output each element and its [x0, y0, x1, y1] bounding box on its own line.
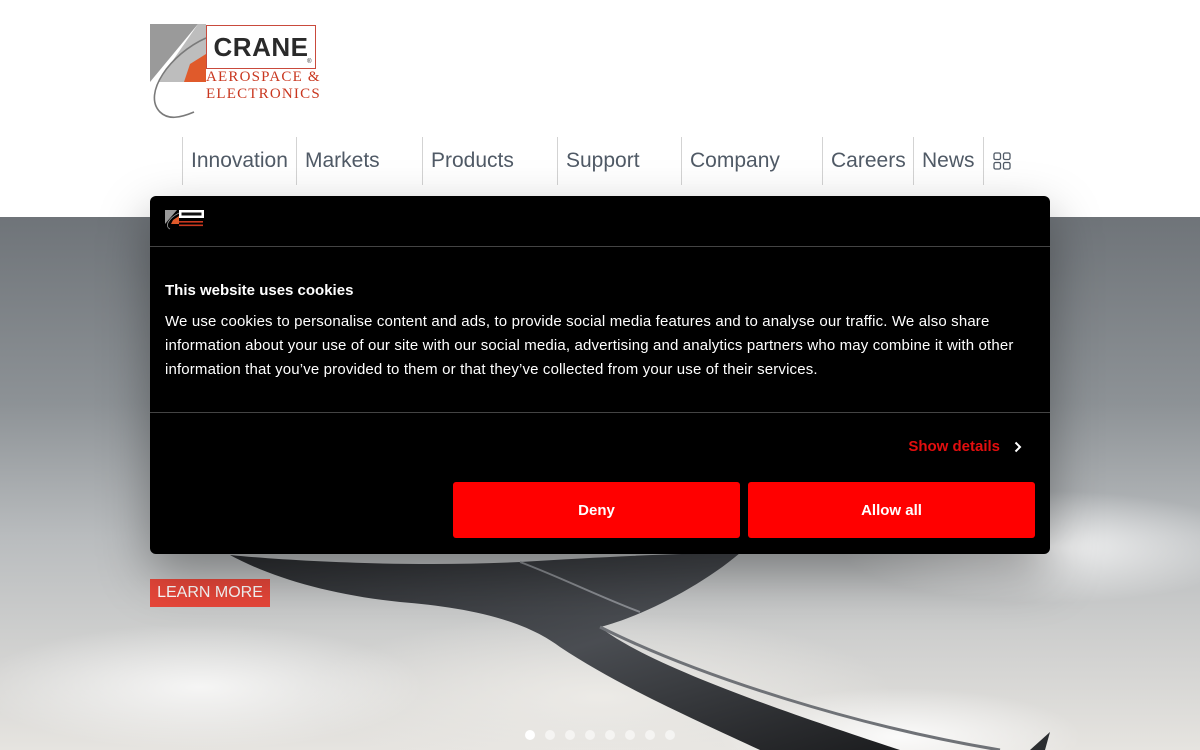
- slide-dot-2[interactable]: [545, 730, 555, 740]
- slide-dot-3[interactable]: [565, 730, 575, 740]
- show-details-link[interactable]: Show details: [908, 438, 1022, 455]
- slide-indicators: [525, 730, 675, 740]
- allow-all-button[interactable]: Allow all: [748, 482, 1035, 538]
- learn-more-button[interactable]: LEARN MORE: [150, 579, 270, 607]
- cookie-consent-dialog: This website uses cookies We use cookies…: [150, 196, 1050, 554]
- grid-menu-button[interactable]: [983, 137, 1019, 185]
- logo-brand-box: CRANE ®: [206, 25, 316, 69]
- logo-registered-mark: ®: [307, 59, 312, 65]
- nav-item-innovation[interactable]: Innovation: [182, 137, 296, 185]
- slide-dot-6[interactable]: [625, 730, 635, 740]
- chevron-right-icon: [1014, 441, 1022, 452]
- cookie-dialog-body: We use cookies to personalise content an…: [165, 313, 1014, 378]
- logo-brand: CRANE: [213, 31, 309, 62]
- nav-item-company[interactable]: Company: [681, 137, 822, 185]
- slide-dot-7[interactable]: [645, 730, 655, 740]
- slide-dot-5[interactable]: [605, 730, 615, 740]
- slide-dot-8[interactable]: [665, 730, 675, 740]
- cookie-dialog-title: This website uses cookies: [165, 282, 354, 299]
- nav-item-support[interactable]: Support: [557, 137, 681, 185]
- nav-item-news[interactable]: News: [913, 137, 983, 185]
- cookie-dialog-header: [150, 196, 1050, 247]
- main-nav: Innovation Markets Products Support Comp…: [182, 137, 1019, 185]
- nav-item-careers[interactable]: Careers: [822, 137, 913, 185]
- grid-icon: [992, 152, 1011, 170]
- slide-dot-4[interactable]: [585, 730, 595, 740]
- nav-item-markets[interactable]: Markets: [296, 137, 422, 185]
- show-details-label: Show details: [908, 438, 1000, 455]
- logo-subtitle-line2: ELECTRONICS: [206, 86, 321, 102]
- nav-item-products[interactable]: Products: [422, 137, 557, 185]
- deny-button[interactable]: Deny: [453, 482, 740, 538]
- crane-logo[interactable]: CRANE ® AEROSPACE & ELECTRONICS: [150, 24, 330, 120]
- slide-dot-1[interactable]: [525, 730, 535, 740]
- cookie-dialog-logo-icon: [165, 210, 204, 230]
- logo-subtitle-line1: AEROSPACE &: [206, 69, 321, 85]
- cookie-dialog-divider: [150, 412, 1050, 413]
